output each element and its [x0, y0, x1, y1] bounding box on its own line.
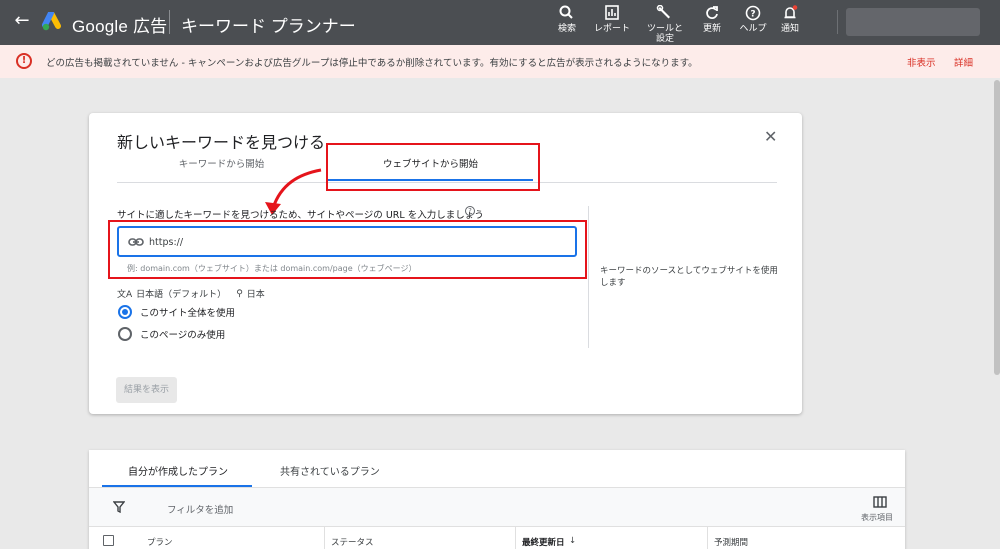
column-divider: [515, 527, 516, 549]
notifications-button[interactable]: 通知: [766, 5, 814, 34]
columns-button-label[interactable]: 表示項目: [861, 512, 893, 523]
filter-icon[interactable]: [113, 501, 125, 513]
radio-button-selected[interactable]: [118, 305, 132, 319]
search-label: 検索: [557, 24, 576, 34]
sort-down-arrow-icon[interactable]: ↓: [569, 536, 576, 546]
plans-toolbar: フィルタを追加 表示項目: [89, 487, 905, 527]
refresh-label: 更新: [702, 24, 721, 34]
location-value: 日本: [246, 290, 265, 300]
tab-shared-plans[interactable]: 共有されているプラン: [280, 463, 380, 478]
dialog-title: 新しいキーワードを見つける: [117, 133, 326, 152]
tab-start-with-keywords[interactable]: キーワードから開始: [119, 155, 324, 183]
column-divider: [707, 527, 708, 549]
help-icon: ?: [745, 5, 761, 21]
find-keywords-dialog: 新しいキーワードを見つける ✕ キーワードから開始 ウェブサイトから開始 サイト…: [89, 113, 802, 414]
brand-name: Google 広告: [72, 17, 168, 36]
close-icon[interactable]: ✕: [764, 129, 777, 145]
reports-label: レポート: [593, 24, 630, 34]
plans-panel: 自分が作成したプラン 共有されているプラン フィルタを追加 表示項目 プラン ス…: [89, 450, 905, 549]
active-tab-indicator: [328, 179, 533, 181]
columns-icon[interactable]: [873, 496, 887, 508]
radio-label: このページのみ使用: [140, 330, 226, 341]
tab-divider: [117, 182, 777, 183]
notifications-label: 通知: [780, 24, 799, 34]
translate-icon: 文A: [117, 290, 133, 300]
google-ads-logo: [42, 12, 61, 31]
bell-icon: [784, 5, 798, 19]
reports-icon: [605, 5, 619, 20]
add-filter-button[interactable]: フィルタを追加: [167, 502, 233, 516]
location-pin-icon: ⚲: [236, 288, 243, 299]
hide-alert-link[interactable]: 非表示: [907, 55, 936, 69]
wrench-icon: [656, 5, 670, 19]
link-icon: [128, 238, 144, 246]
radio-label: このサイト全体を使用: [140, 308, 236, 319]
app-header: ← Google 広告 キーワード プランナー 検索 レポート ツールと 設定 …: [0, 0, 1000, 45]
alert-message: どの広告も掲載されていません - キャンペーンおよび広告グループは停止中であるか…: [46, 58, 698, 69]
page-title: キーワード プランナー: [181, 17, 356, 36]
radio-this-page-only[interactable]: このページのみ使用: [118, 327, 225, 341]
url-prompt: サイトに適したキーワードを見つけるため、サイトやページの URL を入力しましょ…: [117, 210, 484, 221]
error-icon: !: [16, 53, 32, 69]
radio-entire-site[interactable]: このサイト全体を使用: [118, 305, 235, 319]
svg-text:?: ?: [750, 10, 755, 20]
website-url-input[interactable]: [149, 232, 569, 252]
column-plan[interactable]: プラン: [147, 536, 173, 548]
website-url-field[interactable]: [117, 226, 577, 257]
radio-button[interactable]: [118, 327, 132, 341]
reports-button[interactable]: レポート: [588, 5, 636, 34]
language-location-row[interactable]: 文A 日本語（デフォルト） ⚲ 日本: [117, 287, 265, 301]
settings-label: 設定: [655, 34, 674, 44]
get-results-button[interactable]: 結果を表示: [116, 377, 177, 403]
alert-details-link[interactable]: 詳細: [954, 55, 973, 69]
column-status[interactable]: ステータス: [331, 536, 374, 548]
page-scrollbar[interactable]: [994, 80, 1000, 375]
search-button[interactable]: 検索: [543, 5, 591, 34]
language-value: 日本語（デフォルト）: [136, 290, 227, 300]
back-arrow-icon[interactable]: ←: [12, 11, 32, 31]
search-icon: [559, 5, 573, 19]
help-label: ヘルプ: [739, 24, 767, 34]
column-forecast-period[interactable]: 予測期間: [714, 536, 748, 548]
column-divider: [324, 527, 325, 549]
tab-label: キーワードから開始: [178, 159, 265, 170]
column-last-updated[interactable]: 最終更新日: [522, 536, 565, 548]
tools-label: ツールと: [646, 24, 683, 34]
alert-banner: ! どの広告も掲載されていません - キャンペーンおよび広告グループは停止中であ…: [0, 45, 1000, 78]
column-divider: [588, 206, 589, 348]
plans-table-header: プラン ステータス 最終更新日 ↓ 予測期間: [89, 527, 905, 549]
refresh-icon: [706, 6, 718, 19]
account-info-blurred[interactable]: [846, 8, 980, 36]
header-divider: [169, 10, 170, 34]
url-example-hint: 例: domain.com（ウェブサイト）または domain.com/page…: [127, 264, 417, 273]
help-icon[interactable]: ?: [465, 206, 475, 216]
tools-settings-button[interactable]: ツールと 設定: [641, 5, 689, 44]
website-source-note: キーワードのソースとしてウェブサイトを使用します: [600, 266, 778, 288]
select-all-checkbox[interactable]: [103, 535, 114, 546]
tab-my-plans[interactable]: 自分が作成したプラン: [128, 463, 228, 478]
header-divider: [837, 10, 838, 34]
tab-label: ウェブサイトから開始: [382, 159, 478, 170]
